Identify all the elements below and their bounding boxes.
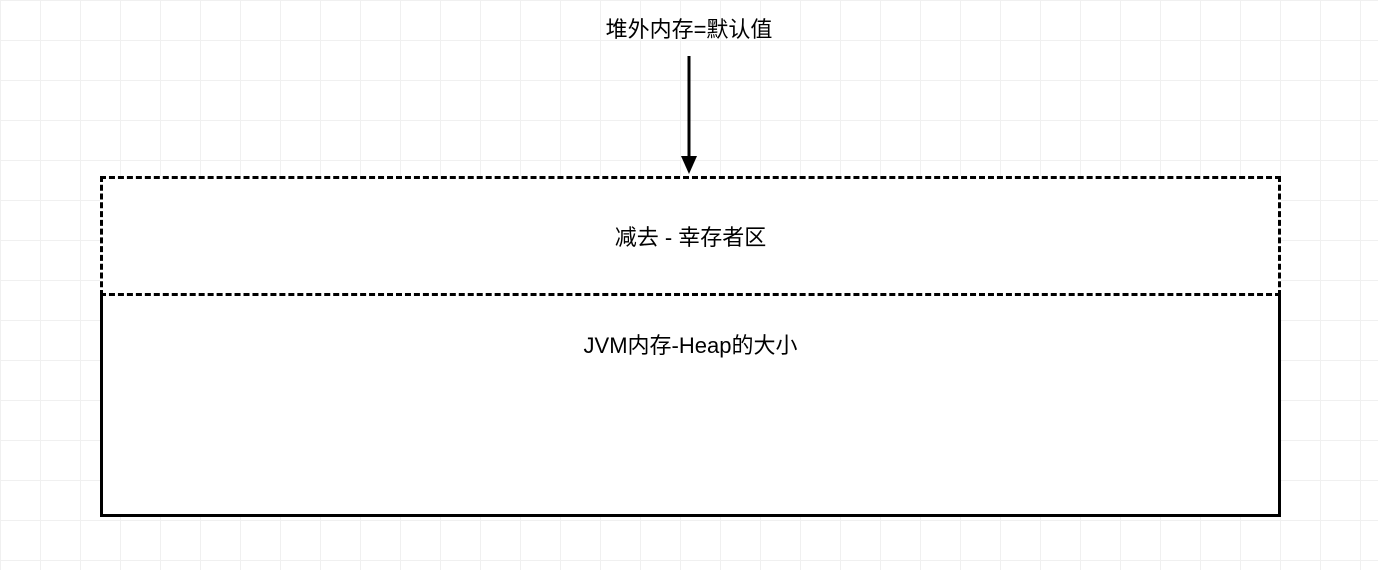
heap-label: JVM内存-Heap的大小 [100,300,1281,360]
diagram-title: 堆外内存=默认值 [606,12,773,44]
survivor-box: 减去 - 幸存者区 [100,176,1281,296]
arrow-down-icon [679,56,699,174]
survivor-label: 减去 - 幸存者区 [615,220,767,252]
